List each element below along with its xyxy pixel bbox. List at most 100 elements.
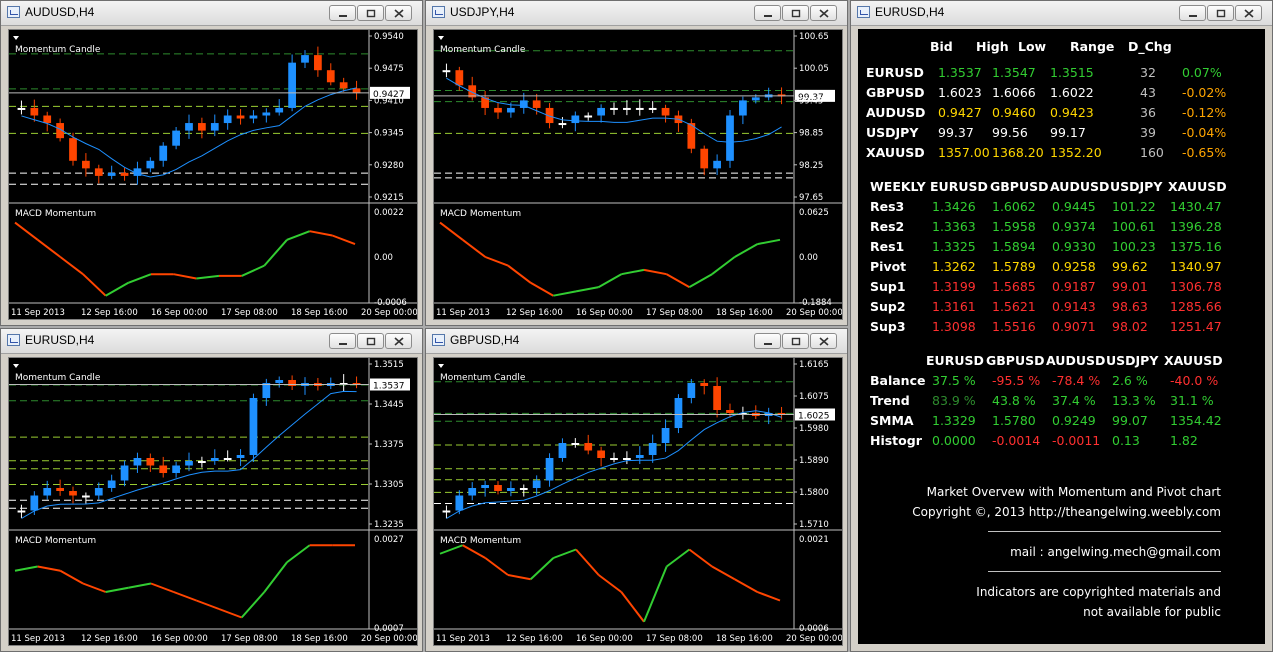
- minimize-button[interactable]: [329, 333, 356, 349]
- macd-segment: [598, 273, 622, 288]
- close-button[interactable]: [1235, 5, 1262, 21]
- minimize-button[interactable]: [329, 5, 356, 21]
- macd-segment: [37, 239, 61, 258]
- macd-segment: [643, 268, 667, 276]
- candle-body: [146, 160, 155, 169]
- candle-body: [198, 123, 206, 131]
- footer-divider: [988, 531, 1221, 532]
- candle-body: [726, 410, 734, 413]
- chart-window-icon: [432, 334, 445, 346]
- current-price-label: 1.3537: [373, 382, 405, 392]
- close-button[interactable]: [385, 5, 412, 21]
- stats-value: 99.07: [1112, 413, 1148, 428]
- price-tick-label: 98.85: [799, 129, 823, 139]
- maximize-button[interactable]: [782, 5, 809, 21]
- window-titlebar[interactable]: EURUSD,H4: [1, 329, 422, 354]
- price-tick-label: 1.3445: [374, 400, 404, 410]
- candle-body: [120, 172, 129, 176]
- price-tick-label: 0.9475: [374, 64, 404, 74]
- maximize-button[interactable]: [357, 333, 384, 349]
- chart-area[interactable]: 1.6025 1.6165 1.6075 1.5980 1.5890 1.5800 1.57…: [433, 357, 843, 646]
- window-title: USDJPY,H4: [450, 5, 515, 19]
- quote-low: 1.3515: [1050, 65, 1094, 80]
- macd-segment: [127, 273, 152, 284]
- price-chart: 1.6025 1.6165 1.6075 1.5980 1.5890 1.5800 1.57…: [434, 358, 842, 644]
- quote-low: 99.17: [1050, 125, 1086, 140]
- stats-value: -95.5 %: [992, 373, 1041, 388]
- macd-segment: [105, 586, 129, 593]
- macd-segment: [530, 281, 554, 297]
- footer-divider: [988, 571, 1221, 572]
- chart-window-audusd[interactable]: AUDUSD,H4 0.9427 0.9540 0.9475 0.9410 0.9345…: [0, 0, 423, 326]
- time-axis-label: 20 Sep 00:00: [361, 634, 417, 644]
- weekly-label: WEEKLY: [870, 179, 926, 194]
- close-button[interactable]: [385, 333, 412, 349]
- indicator-title: Momentum Candle: [440, 373, 526, 383]
- candle-body: [571, 443, 580, 445]
- time-axis-label: 17 Sep 08:00: [221, 308, 278, 318]
- quote-column-header: High: [976, 39, 1009, 54]
- chart-area[interactable]: 99.37 100.65 100.05 99.45 98.85 98.25 97.65 Mom…: [433, 29, 843, 320]
- minimize-button[interactable]: [754, 5, 781, 21]
- overview-window[interactable]: EURUSD,H4 Bid High Low Range D_Chg EURUSD 1.35…: [850, 0, 1273, 652]
- minimize-button[interactable]: [1179, 5, 1206, 21]
- chart-area[interactable]: 1.3537 1.3515 1.3445 1.3375 1.3305 1.3235 Mome…: [8, 357, 418, 646]
- time-axis-label: 18 Sep 16:00: [716, 308, 773, 318]
- macd-segment: [529, 557, 555, 580]
- candle-body: [648, 107, 657, 110]
- macd-segment: [484, 256, 509, 267]
- window-titlebar[interactable]: EURUSD,H4: [851, 1, 1272, 26]
- window-titlebar[interactable]: GBPUSD,H4: [426, 329, 847, 354]
- macd-tick-label: -0.1884: [799, 298, 832, 308]
- candle-body: [610, 107, 618, 110]
- macd-segment: [195, 599, 220, 610]
- macd-segment: [734, 243, 758, 258]
- maximize-button[interactable]: [782, 333, 809, 349]
- stats-value: 0.0000: [932, 433, 976, 448]
- window-titlebar[interactable]: AUDUSD,H4: [1, 1, 422, 26]
- candle-body: [571, 115, 580, 124]
- stats-value: -0.0014: [992, 433, 1041, 448]
- window-titlebar[interactable]: USDJPY,H4: [426, 1, 847, 26]
- pivot-value: 101.22: [1112, 199, 1156, 214]
- footer-description: Market Overvew with Momentum and Pivot c…: [926, 485, 1221, 499]
- macd-segment: [711, 565, 736, 581]
- pivot-value: 0.9071: [1052, 319, 1096, 334]
- candle-body: [133, 458, 142, 466]
- candle-body: [455, 70, 464, 86]
- pivot-value: 1.5621: [992, 299, 1036, 314]
- candle-body: [442, 510, 451, 513]
- candle-body: [635, 455, 644, 458]
- candle-body: [494, 485, 502, 491]
- chart-window-usdjpy[interactable]: USDJPY,H4 99.37 100.65 100.05 99.45 98.85 98.…: [425, 0, 848, 326]
- quote-range: 39: [1140, 125, 1156, 140]
- chart-window-gbpusd[interactable]: GBPUSD,H4 1.6025 1.6165 1.6075 1.5980 1.5890…: [425, 328, 848, 652]
- pivot-value: 1.5789: [992, 259, 1036, 274]
- close-button[interactable]: [810, 5, 837, 21]
- market-overview-panel: Bid High Low Range D_Chg EURUSD 1.3537 1.3547 1.…: [858, 29, 1265, 644]
- quote-symbol: EURUSD: [866, 65, 924, 80]
- time-axis-label: 17 Sep 08:00: [221, 634, 278, 644]
- maximize-button[interactable]: [357, 5, 384, 21]
- candle-body: [635, 107, 644, 110]
- candle-body: [314, 55, 322, 71]
- quote-range: 36: [1140, 105, 1156, 120]
- close-button[interactable]: [810, 333, 837, 349]
- maximize-button[interactable]: [1207, 5, 1234, 21]
- chart-menu-marker: [13, 36, 19, 40]
- candle-body: [455, 495, 464, 511]
- pivot-value: 99.01: [1112, 279, 1148, 294]
- chart-window-eurusd[interactable]: EURUSD,H4 1.3537 1.3515 1.3445 1.3375 1.3305…: [0, 328, 423, 652]
- macd-tick-label: 0.00: [799, 253, 818, 263]
- candle-body: [507, 488, 515, 491]
- pivot-value: 100.23: [1112, 239, 1156, 254]
- price-tick-label: 1.3515: [374, 360, 404, 370]
- pivot-value: 0.9374: [1052, 219, 1096, 234]
- macd-segment: [240, 591, 266, 619]
- pivot-symbol-header: XAUUSD: [1168, 179, 1227, 194]
- candle-body: [494, 107, 502, 113]
- macd-segment: [59, 256, 84, 275]
- minimize-button[interactable]: [754, 333, 781, 349]
- chart-area[interactable]: 0.9427 0.9540 0.9475 0.9410 0.9345 0.9280 0.92…: [8, 29, 418, 320]
- price-tick-label: 98.25: [799, 161, 823, 171]
